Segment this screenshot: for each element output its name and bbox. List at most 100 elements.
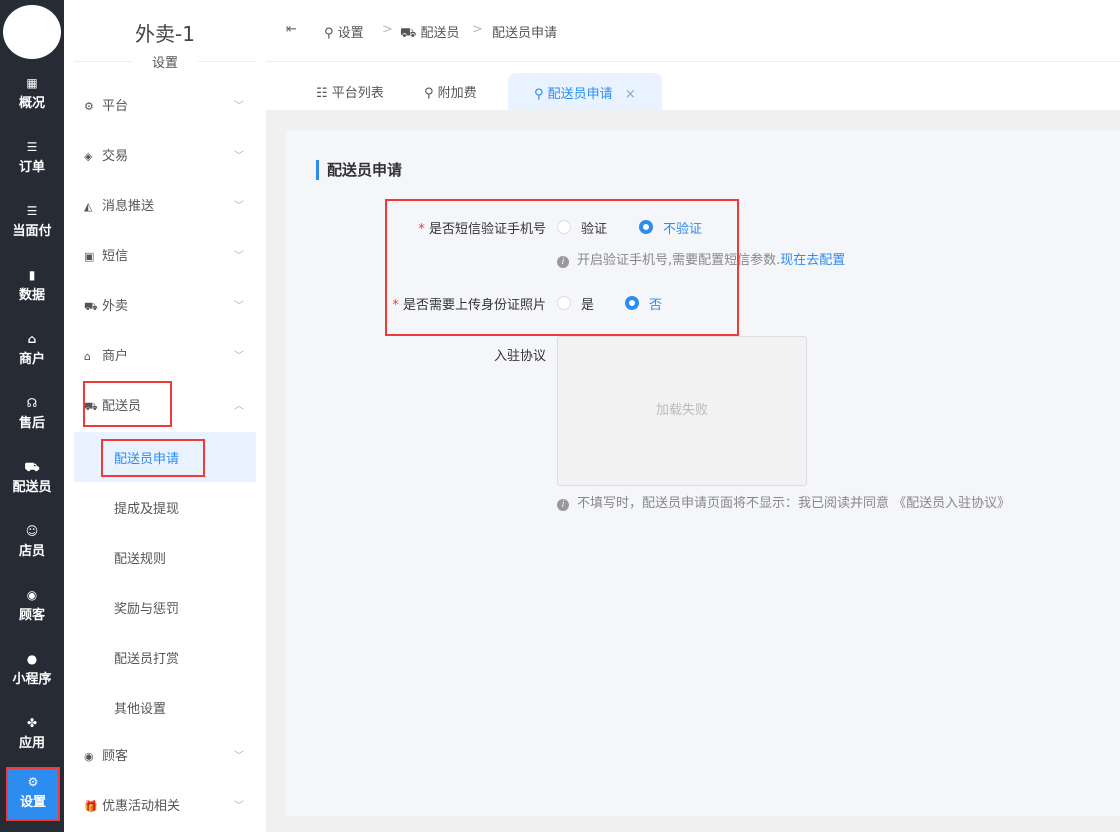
nav-item[interactable]: ✤ 应用 bbox=[0, 710, 64, 774]
breadcrumb-separator: > bbox=[472, 22, 483, 37]
chevron-down-icon: ﹀ bbox=[234, 801, 244, 812]
menu-item[interactable]: 🎁 优惠活动相关 ﹀ bbox=[84, 797, 244, 817]
nav-label: 设置 bbox=[19, 795, 46, 810]
nav-label: 商户 bbox=[18, 352, 45, 367]
wechat-icon: ● bbox=[26, 652, 38, 666]
menu-title: 设置 bbox=[64, 52, 266, 71]
chevron-down-icon: ﹀ bbox=[234, 301, 244, 312]
submenu-item[interactable]: 奖励与惩罚 bbox=[114, 598, 179, 617]
main-nav: ▦ 概况 ☰ 订单 ☰ 当面付 ▮ 数据 ⌂ 商户 ☊ 售后 ⛟ 配送员 ☺ 店员 ◉ 顾客 ● 小程序 ✤ 应用 ⚙ 设置 bbox=[0, 0, 64, 832]
nav-label: 小程序 bbox=[12, 672, 52, 687]
menu-item[interactable]: ◭ 消息推送 ﹀ bbox=[84, 197, 244, 217]
menu-label: 优惠活动相关 bbox=[102, 799, 181, 814]
chevron-down-icon: ﹀ bbox=[234, 201, 244, 212]
list-icon: ☰ bbox=[26, 204, 38, 218]
menu-label: 顾客 bbox=[102, 749, 129, 764]
close-icon[interactable]: × bbox=[625, 87, 636, 102]
user-circle-icon: ◉ bbox=[84, 750, 94, 763]
store-icon: ⌂ bbox=[27, 332, 37, 346]
chevron-down-icon: ﹀ bbox=[234, 251, 244, 262]
nav-item[interactable]: ▮ 数据 bbox=[0, 262, 64, 326]
section-title: 配送员申请 bbox=[316, 160, 402, 180]
push-icon: ◭ bbox=[84, 200, 93, 213]
chevron-down-icon: ﹀ bbox=[234, 151, 244, 162]
menu-label: 消息推送 bbox=[102, 199, 155, 214]
menu-item[interactable]: ⌂ 商户 ﹀ bbox=[84, 347, 244, 367]
users-icon: ☺ bbox=[25, 524, 39, 538]
scooter-icon: ⛟ bbox=[24, 460, 40, 474]
hint-text: 不填写时，配送员申请页面将不显示：我已阅读并同意 《配送员入驻协议》 bbox=[577, 496, 1011, 511]
nav-item[interactable]: ⌂ 商户 bbox=[0, 326, 64, 390]
chevron-down-icon: ﹀ bbox=[234, 351, 244, 362]
submenu-item[interactable]: 配送规则 bbox=[114, 548, 166, 567]
submenu-item[interactable]: 其他设置 bbox=[114, 698, 166, 717]
breadcrumb-current: 配送员申请 bbox=[492, 26, 558, 41]
agreement-label: 入驻协议 bbox=[493, 349, 546, 364]
apps-icon: ✤ bbox=[26, 716, 38, 730]
nav-label: 售后 bbox=[18, 416, 45, 431]
bar-chart-icon: ▮ bbox=[28, 268, 36, 282]
nav-label: 概况 bbox=[18, 96, 45, 111]
menu-item[interactable]: ◉ 顾客 ﹀ bbox=[84, 747, 244, 767]
chevron-down-icon: ﹀ bbox=[234, 751, 244, 762]
nav-item[interactable]: ☺ 店员 bbox=[0, 518, 64, 582]
store-icon: ⌂ bbox=[84, 350, 91, 363]
nav-label: 应用 bbox=[18, 736, 45, 751]
nav-item[interactable]: ● 小程序 bbox=[0, 646, 64, 710]
collapse-menu-icon[interactable]: ⇤ bbox=[286, 22, 297, 37]
chevron-up-icon: ︿ bbox=[234, 401, 244, 412]
agreement-hint: i 不填写时，配送员申请页面将不显示：我已阅读并同意 《配送员入驻协议》 bbox=[557, 492, 1010, 511]
nav-label: 当面付 bbox=[12, 224, 52, 239]
scooter-icon: ⛟ bbox=[84, 300, 98, 313]
submenu-item[interactable]: 提成及提现 bbox=[114, 498, 179, 517]
breadcrumb-settings[interactable]: ⚲ 设置 bbox=[324, 22, 364, 41]
sms-icon: ▣ bbox=[84, 250, 95, 263]
nav-label: 数据 bbox=[18, 288, 45, 303]
menu-label: 外卖 bbox=[102, 299, 129, 314]
menu-item[interactable]: ⛟ 外卖 ﹀ bbox=[84, 297, 244, 317]
menu-item[interactable]: ◈ 交易 ﹀ bbox=[84, 147, 244, 167]
user-gear-icon: ⚙ bbox=[27, 775, 39, 789]
highlight-box bbox=[101, 439, 205, 477]
nav-item[interactable]: ⛟ 配送员 bbox=[0, 454, 64, 518]
configure-now-link[interactable]: 现在去配置 bbox=[780, 253, 845, 268]
menu-label: 平台 bbox=[102, 99, 129, 114]
tab-label: 附加费 bbox=[437, 86, 477, 101]
info-icon: i bbox=[557, 499, 569, 511]
list-icon: ☰ bbox=[26, 140, 38, 154]
nav-item[interactable]: ☊ 售后 bbox=[0, 390, 64, 454]
header: ⇤ ⚲ 设置 > ⛟ 配送员 > 配送员申请 bbox=[266, 0, 1120, 62]
nav-item[interactable]: ☰ 订单 bbox=[0, 134, 64, 198]
tab-platform-list[interactable]: ☷ 平台列表 bbox=[316, 82, 384, 101]
nav-item[interactable]: ☰ 当面付 bbox=[0, 198, 64, 262]
breadcrumb-courier[interactable]: ⛟ 配送员 bbox=[400, 22, 460, 43]
menu-label: 交易 bbox=[102, 149, 129, 164]
tab-bar: ☷ 平台列表 ⚲ 附加费 ⚲ 配送员申请 × bbox=[266, 62, 1120, 110]
nav-label: 店员 bbox=[18, 544, 45, 559]
gear-icon: ⚙ bbox=[84, 100, 94, 113]
tab-label: 配送员申请 bbox=[547, 87, 613, 102]
gift-icon: 🎁 bbox=[84, 800, 98, 813]
tab-courier-apply[interactable]: ⚲ 配送员申请 × bbox=[508, 73, 662, 110]
nav-label: 订单 bbox=[18, 160, 45, 175]
dashboard-icon: ▦ bbox=[26, 76, 38, 90]
nav-item[interactable]: ▦ 概况 bbox=[0, 70, 64, 134]
menu-label: 短信 bbox=[102, 249, 129, 264]
nav-label: 配送员 bbox=[12, 480, 52, 495]
menu-item[interactable]: ▣ 短信 ﹀ bbox=[84, 247, 244, 267]
user-circle-icon: ◉ bbox=[26, 588, 38, 602]
nav-item[interactable]: ⚙ 设置 bbox=[6, 767, 60, 821]
breadcrumb-separator: > bbox=[382, 22, 393, 37]
agreement-image-upload[interactable]: 加载失败 bbox=[557, 336, 807, 486]
highlight-box bbox=[385, 199, 739, 336]
breadcrumb-text: 设置 bbox=[337, 26, 364, 41]
headset-icon: ☊ bbox=[26, 396, 38, 410]
list-icon: ☷ bbox=[316, 86, 328, 101]
highlight-box bbox=[83, 381, 172, 427]
tab-surcharge[interactable]: ⚲ 附加费 bbox=[424, 82, 477, 101]
menu-item[interactable]: ⚙ 平台 ﹀ bbox=[84, 97, 244, 117]
submenu-item[interactable]: 配送员打赏 bbox=[114, 648, 179, 667]
breadcrumb-text: 配送员 bbox=[420, 26, 460, 41]
nav-item[interactable]: ◉ 顾客 bbox=[0, 582, 64, 646]
tab-label: 平台列表 bbox=[331, 86, 384, 101]
